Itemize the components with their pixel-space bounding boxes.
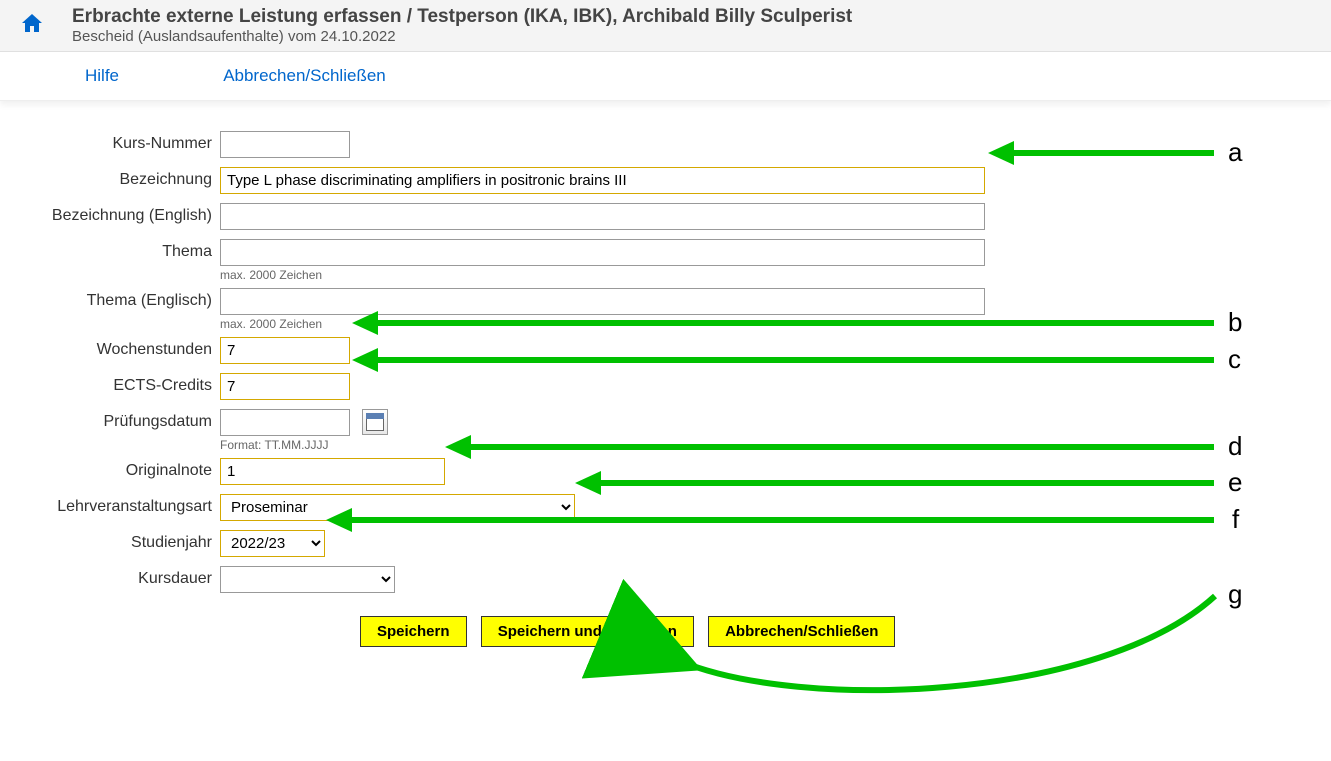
label-thema-en: Thema (Englisch): [20, 288, 220, 310]
label-lv-art: Lehrveranstaltungsart: [20, 494, 220, 516]
label-pruefungsdatum: Prüfungsdatum: [20, 409, 220, 431]
hint-thema: max. 2000 Zeichen: [220, 268, 1311, 282]
page-header: Erbrachte externe Leistung erfassen / Te…: [0, 0, 1331, 52]
input-bezeichnung[interactable]: [220, 167, 985, 194]
input-bezeichnung-en[interactable]: [220, 203, 985, 230]
cancel-link[interactable]: Abbrechen/Schließen: [223, 66, 386, 85]
input-wochenstunden[interactable]: [220, 337, 350, 364]
help-link[interactable]: Hilfe: [85, 66, 119, 85]
cancel-button[interactable]: Abbrechen/Schließen: [708, 616, 895, 647]
input-pruefungsdatum[interactable]: [220, 409, 350, 436]
label-bezeichnung-en: Bezeichnung (English): [20, 203, 220, 225]
input-kurs-nummer[interactable]: [220, 131, 350, 158]
save-button[interactable]: Speichern: [360, 616, 467, 647]
page-title: Erbrachte externe Leistung erfassen / Te…: [72, 6, 1311, 28]
label-wochenstunden: Wochenstunden: [20, 337, 220, 359]
input-thema[interactable]: [220, 239, 985, 266]
home-icon[interactable]: [20, 12, 44, 41]
label-studienjahr: Studienjahr: [20, 530, 220, 552]
label-thema: Thema: [20, 239, 220, 261]
label-originalnote: Originalnote: [20, 458, 220, 480]
input-ects[interactable]: [220, 373, 350, 400]
hint-thema-en: max. 2000 Zeichen: [220, 317, 1311, 331]
label-kurs-nummer: Kurs-Nummer: [20, 131, 220, 153]
link-bar: Hilfe Abbrechen/Schließen: [0, 52, 1331, 101]
select-lv-art[interactable]: Proseminar: [220, 494, 575, 521]
select-kursdauer[interactable]: [220, 566, 395, 593]
input-originalnote[interactable]: [220, 458, 445, 485]
form-area: Kurs-Nummer Bezeichnung Bezeichnung (Eng…: [0, 101, 1331, 667]
page-subtitle: Bescheid (Auslandsaufenthalte) vom 24.10…: [72, 28, 1311, 45]
label-bezeichnung: Bezeichnung: [20, 167, 220, 189]
select-studienjahr[interactable]: 2022/23: [220, 530, 325, 557]
button-row: Speichern Speichern und Schließen Abbrec…: [360, 616, 1311, 647]
save-close-button[interactable]: Speichern und Schließen: [481, 616, 694, 647]
hint-pruefungsdatum: Format: TT.MM.JJJJ: [220, 438, 1311, 452]
input-thema-en[interactable]: [220, 288, 985, 315]
label-ects: ECTS-Credits: [20, 373, 220, 395]
calendar-icon[interactable]: [362, 409, 388, 435]
label-kursdauer: Kursdauer: [20, 566, 220, 588]
